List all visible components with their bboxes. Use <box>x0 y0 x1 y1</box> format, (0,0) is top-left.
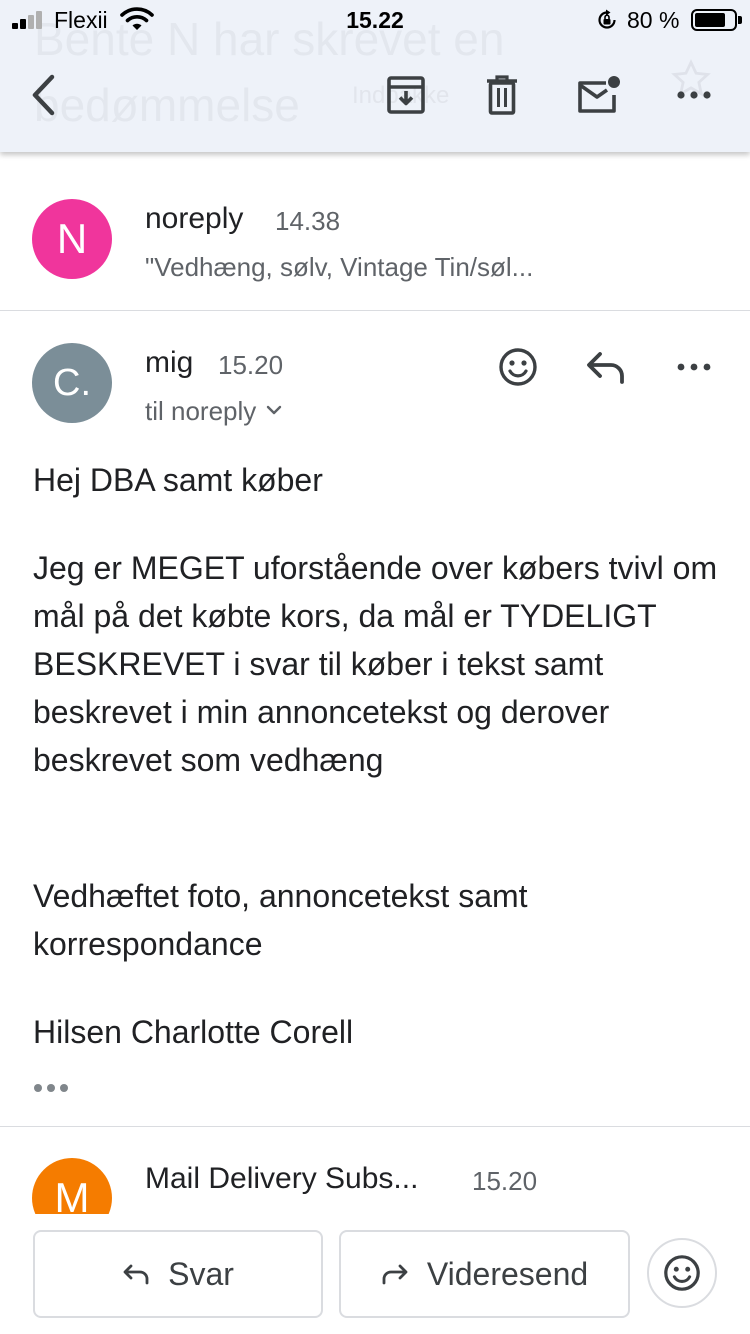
archive-icon[interactable] <box>381 70 431 120</box>
recipient-label: til noreply <box>145 395 257 426</box>
forward-icon <box>382 1264 408 1285</box>
body-greeting: Hej DBA samt køber <box>33 462 323 498</box>
message-snippet: "Vedhæng, sølv, Vintage Tin/søl... <box>145 252 534 282</box>
divider <box>0 310 750 311</box>
forward-button[interactable]: Videresend <box>339 1230 630 1318</box>
message-time: 15.20 <box>218 350 284 380</box>
trash-icon[interactable] <box>477 70 527 120</box>
battery-level-fill <box>695 13 725 27</box>
status-bar: Flexii 15.22 80 % <box>0 0 750 40</box>
mark-unread-icon[interactable] <box>573 70 623 120</box>
avatar: N <box>32 199 112 279</box>
body-paragraph: Jeg er MEGET uforstående over købers tvi… <box>33 550 718 778</box>
forward-button-label: Videresend <box>426 1255 589 1292</box>
reply-button[interactable]: Svar <box>33 1230 323 1318</box>
show-trimmed-content-icon[interactable] <box>34 1080 68 1096</box>
battery-percent: 80 % <box>627 7 680 33</box>
bottom-action-bar: Svar Videresend <box>0 1214 750 1334</box>
sender-name: Mail Delivery Subs... <box>145 1162 419 1195</box>
emoji-reaction-button[interactable] <box>647 1238 717 1308</box>
reply-icon[interactable] <box>585 350 627 386</box>
message-time: 14.38 <box>275 206 341 236</box>
battery-icon <box>691 9 742 31</box>
sender-name: noreply <box>145 202 244 235</box>
message-more-icon[interactable] <box>676 360 712 372</box>
sender-name: mig <box>145 346 194 379</box>
orientation-lock-icon <box>596 9 618 31</box>
message-time: 15.20 <box>472 1166 538 1196</box>
emoji-reaction-icon[interactable] <box>497 346 539 388</box>
back-icon[interactable] <box>18 70 68 120</box>
top-bar: Bente N har skrevet en bedømmelse Indbak… <box>0 0 750 152</box>
reply-icon <box>123 1264 149 1285</box>
smiley-icon <box>664 1255 700 1291</box>
more-icon[interactable] <box>669 70 719 120</box>
avatar: C. <box>32 343 112 423</box>
body-signature: Hilsen Charlotte Corell <box>33 1014 354 1050</box>
reply-button-label: Svar <box>168 1255 234 1292</box>
recipient-details-toggle[interactable]: til noreply <box>145 393 282 429</box>
chevron-down-icon <box>266 402 282 420</box>
divider <box>0 1126 750 1127</box>
body-paragraph: Vedhæftet foto, annoncetekst samt korres… <box>33 878 528 962</box>
